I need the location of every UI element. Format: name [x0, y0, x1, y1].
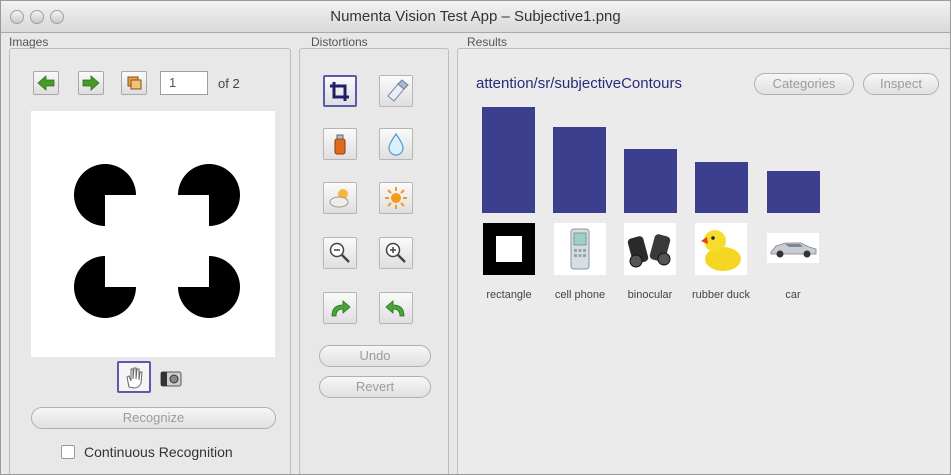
category-thumbnail-car[interactable] [767, 233, 819, 263]
results-pane-label: Results [467, 35, 508, 49]
rotate-left-icon [385, 300, 405, 317]
cloud-sun-icon [329, 189, 349, 208]
rotate-right-button[interactable] [323, 292, 357, 324]
categories-button[interactable]: Categories [754, 73, 854, 95]
rotate-right-icon [331, 300, 351, 317]
binocular-image [627, 234, 671, 268]
cloudy-tool-button[interactable] [323, 182, 357, 214]
car-image [770, 242, 817, 258]
eraser-tool-button[interactable] [379, 75, 413, 107]
zoom-out-button[interactable] [323, 237, 357, 269]
network-name: attention/sr/subjectiveContours [476, 75, 682, 92]
page-count-label: of 2 [218, 76, 240, 91]
zoom-out-icon [329, 242, 350, 263]
rectangle-image [496, 236, 522, 262]
app-window: Numenta Vision Test App – Subjective1.pn… [0, 0, 951, 475]
image-canvas[interactable] [31, 111, 275, 357]
crop-tool-button[interactable] [323, 75, 357, 107]
distortions-pane-label: Distortions [311, 35, 368, 49]
eraser-icon [387, 79, 409, 102]
next-image-button[interactable] [78, 71, 104, 95]
category-thumbnail-binocular[interactable] [624, 223, 676, 275]
category-label-cell-phone: cell phone [554, 289, 606, 301]
category-thumbnail-rubber-duck[interactable] [695, 223, 747, 275]
water-drop-icon [388, 132, 404, 156]
category-thumbnail-cell-phone[interactable] [554, 223, 606, 275]
hand-tool-button[interactable] [117, 361, 151, 393]
category-thumbnail-rectangle[interactable] [483, 223, 535, 275]
category-label-binocular: binocular [627, 289, 673, 301]
kanizsa-square-image [74, 164, 240, 318]
image-stack-icon [127, 76, 142, 90]
crop-icon [330, 82, 349, 101]
recognize-button[interactable]: Recognize [31, 407, 276, 429]
spray-tool-button[interactable] [323, 128, 357, 160]
score-bar-cell-phone [553, 127, 606, 213]
sun-icon [385, 187, 407, 209]
arrow-right-icon [82, 75, 100, 91]
zoom-in-button[interactable] [379, 237, 413, 269]
zoom-in-icon [385, 242, 406, 263]
hand-icon [126, 367, 143, 389]
camera-icon [160, 371, 182, 387]
distortions-panel [299, 48, 449, 474]
continuous-recognition-label: Continuous Recognition [84, 444, 233, 460]
page-number-input[interactable]: 1 [160, 71, 208, 95]
brightness-tool-button[interactable] [379, 182, 413, 214]
continuous-recognition-checkbox[interactable] [61, 445, 75, 459]
inspect-button[interactable]: Inspect [863, 73, 939, 95]
score-bar-binocular [624, 149, 677, 213]
undo-button[interactable]: Undo [319, 345, 431, 367]
rotate-left-button[interactable] [379, 292, 413, 324]
camera-button[interactable] [155, 363, 185, 391]
cell-phone-image [570, 228, 590, 270]
revert-button[interactable]: Revert [319, 376, 431, 398]
category-label-rectangle: rectangle [486, 289, 532, 301]
spray-can-icon [334, 134, 346, 155]
score-bar-car [767, 171, 820, 213]
score-bar-rubber-duck [695, 162, 748, 213]
blur-tool-button[interactable] [379, 128, 413, 160]
score-bar-rectangle [482, 107, 535, 213]
title-bar: Numenta Vision Test App – Subjective1.pn… [1, 1, 950, 33]
window-title: Numenta Vision Test App – Subjective1.pn… [330, 8, 621, 25]
images-pane-label: Images [9, 35, 49, 49]
arrow-left-icon [37, 75, 55, 91]
category-label-rubber-duck: rubber duck [691, 289, 751, 301]
rubber-duck-image [701, 230, 741, 271]
image-stack-button[interactable] [121, 71, 147, 95]
category-label-car: car [785, 289, 801, 301]
previous-image-button[interactable] [33, 71, 59, 95]
